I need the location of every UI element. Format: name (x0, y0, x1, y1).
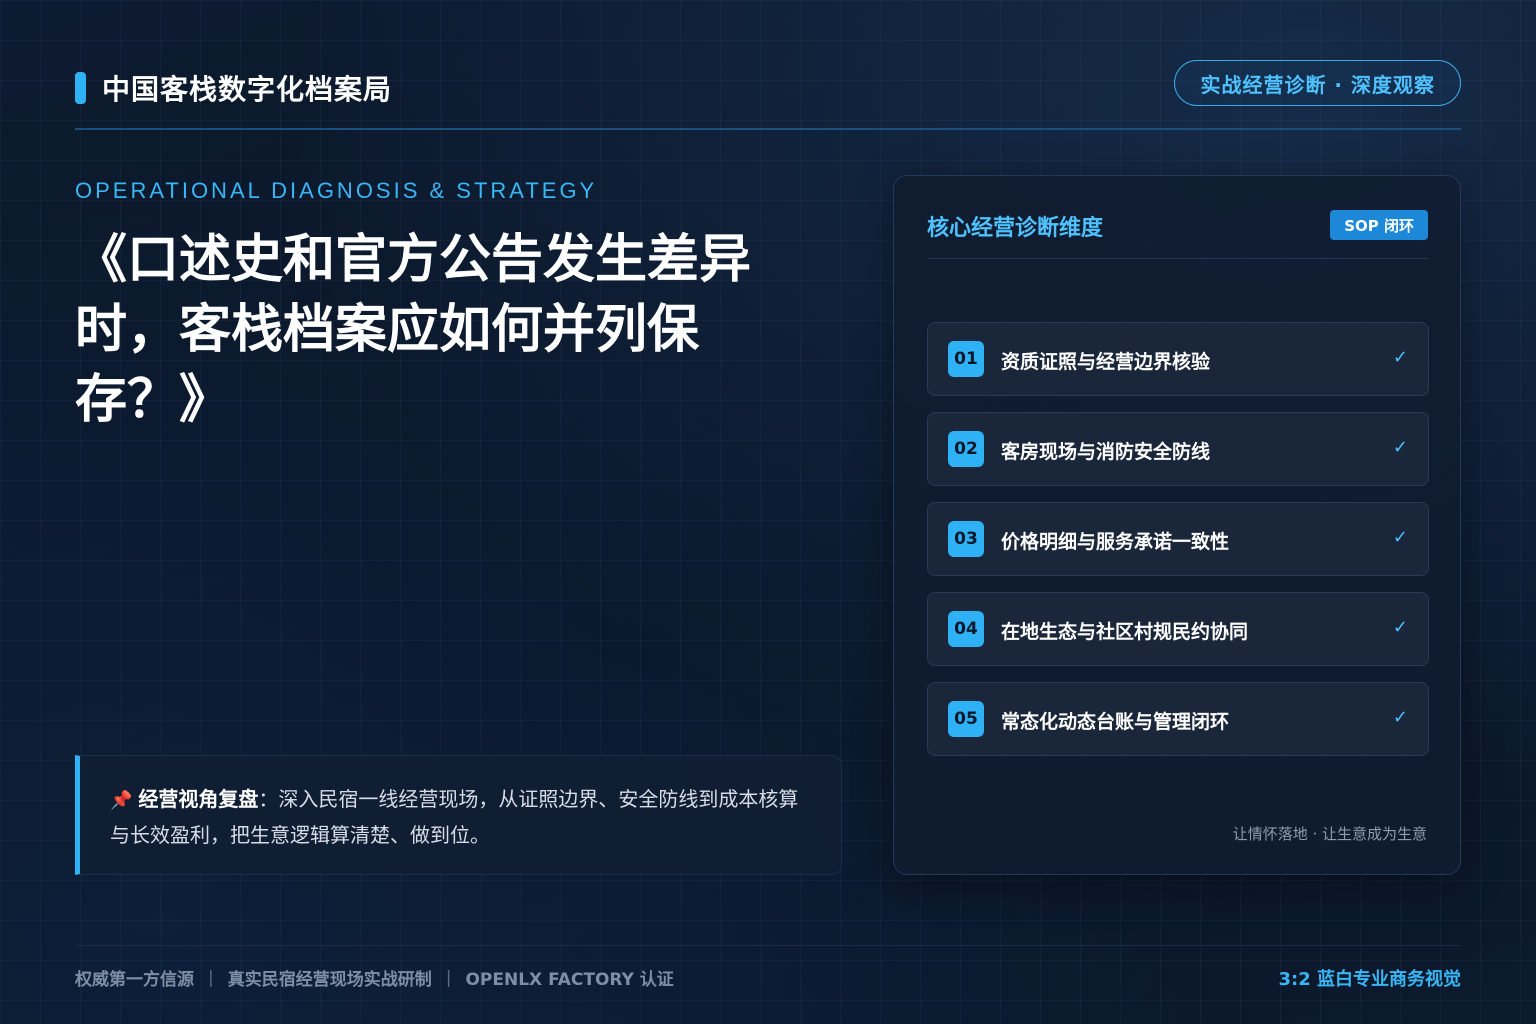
brand-accent-bar (75, 72, 86, 104)
item-label: 客房现场与消防安全防线 (1001, 441, 1211, 463)
check-icon: ✓ (1392, 437, 1408, 458)
card-divider (927, 258, 1429, 259)
item-label: 常态化动态台账与管理闭环 (1001, 711, 1230, 733)
check-icon: ✓ (1392, 707, 1408, 728)
card-title: 核心经营诊断维度 (927, 216, 1104, 241)
list-item: 02 客房现场与消防安全防线 ✓ (927, 412, 1429, 486)
header-divider (75, 128, 1461, 130)
card-footer-slogan: 让情怀落地 · 让生意成为生意 (1232, 825, 1427, 843)
list-item: 03 价格明细与服务承诺一致性 ✓ (927, 502, 1429, 576)
item-number-badge: 05 (948, 701, 984, 737)
diagnosis-card: 核心经营诊断维度 SOP 闭环 01 资质证照与经营边界核验 ✓ 02 客房现场… (893, 175, 1461, 875)
item-label: 价格明细与服务承诺一致性 (1001, 531, 1230, 553)
item-label: 在地生态与社区村规民约协同 (1001, 621, 1249, 643)
note-heading: 经营视角复盘 (138, 787, 259, 811)
footer-credit-item: 权威第一方信源 (75, 970, 194, 990)
header: 中国客栈数字化档案局 实战经营诊断 · 深度观察 (75, 60, 1461, 130)
check-icon: ✓ (1392, 617, 1408, 638)
note-callout: 📌 经营视角复盘：深入民宿一线经营现场，从证照边界、安全防线到成本核算与长效盈利，… (75, 755, 842, 875)
item-number-badge: 03 (948, 521, 984, 557)
footer-credits: 权威第一方信源 | 真实民宿经营现场实战研制 | OPENLX FACTORY … (75, 965, 674, 991)
pin-icon: 📌 (110, 790, 133, 811)
header-tag-pill: 实战经营诊断 · 深度观察 (1174, 60, 1461, 106)
list-item: 04 在地生态与社区村规民约协同 ✓ (927, 592, 1429, 666)
check-icon: ✓ (1392, 527, 1408, 548)
footer-format-label: 3:2 蓝白专业商务视觉 (1278, 969, 1461, 990)
sop-badge: SOP 闭环 (1330, 210, 1428, 240)
item-number-badge: 01 (948, 341, 984, 377)
eyebrow-subtitle: OPERATIONAL DIAGNOSIS & STRATEGY (75, 178, 598, 203)
brand: 中国客栈数字化档案局 (75, 68, 392, 108)
brand-title: 中国客栈数字化档案局 (102, 73, 393, 106)
footer-divider (75, 945, 1461, 946)
item-label: 资质证照与经营边界核验 (1001, 351, 1211, 373)
list-item: 01 资质证照与经营边界核验 ✓ (927, 322, 1429, 396)
item-number-badge: 04 (948, 611, 984, 647)
footer-credit-item: OPENLX FACTORY 认证 (465, 970, 674, 990)
footer-separator: | (208, 967, 214, 988)
item-number-badge: 02 (948, 431, 984, 467)
list-item: 05 常态化动态台账与管理闭环 ✓ (927, 682, 1429, 756)
check-icon: ✓ (1392, 347, 1408, 368)
footer-credit-item: 真实民宿经营现场实战研制 (227, 970, 432, 990)
footer-separator: | (445, 967, 452, 988)
page-title: 《口述史和官方公告发生差异时，客栈档案应如何并列保存？》 (75, 230, 752, 430)
